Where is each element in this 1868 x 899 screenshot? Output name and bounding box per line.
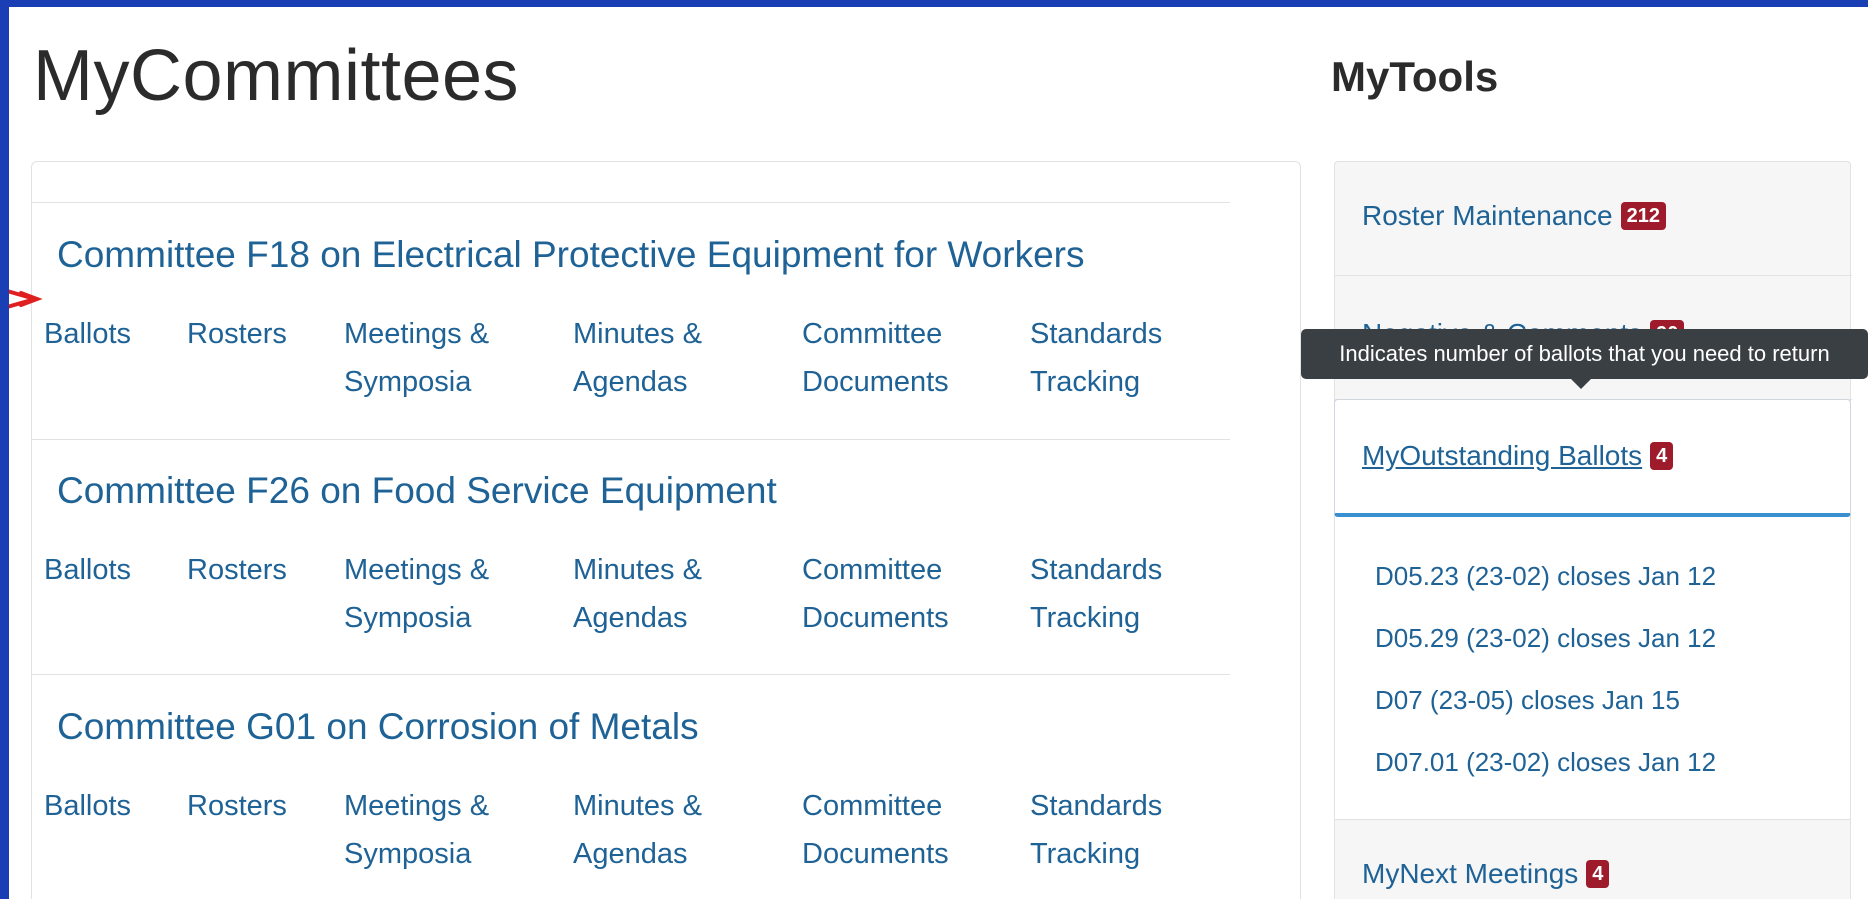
committee-g01-tracking-link[interactable]: Standards Tracking <box>1030 782 1162 878</box>
link-line: Meetings & <box>344 554 490 586</box>
link-line: Tracking <box>1030 602 1141 634</box>
link-line: Documents <box>802 838 949 870</box>
divider <box>32 674 1230 675</box>
outstanding-ballots-label: MyOutstanding Ballots <box>1362 440 1643 471</box>
link-line: Agendas <box>573 366 688 398</box>
committee-f18-title[interactable]: Committee F18 on Electrical Protective E… <box>57 234 1084 276</box>
next-meetings-count-badge: 4 <box>1586 860 1610 888</box>
link-line: Standards <box>1030 554 1163 586</box>
divider <box>32 202 1230 203</box>
committee-panel: Committee F18 on Electrical Protective E… <box>31 161 1301 899</box>
committee-f18-documents-link[interactable]: Committee Documents <box>802 310 949 406</box>
link-line: Minutes & <box>573 554 702 586</box>
link-line: Symposia <box>344 602 472 634</box>
link-line: Symposia <box>344 838 472 870</box>
committee-f18-tracking-link[interactable]: Standards Tracking <box>1030 310 1162 406</box>
ballot-list: D05.23 (23-02) closes Jan 12 D05.29 (23-… <box>1334 517 1851 819</box>
outstanding-ballots-tab[interactable]: MyOutstanding Ballots 4 <box>1334 399 1851 517</box>
tools-title: MyTools <box>1331 53 1499 100</box>
ballot-item[interactable]: D05.23 (23-02) closes Jan 12 <box>1375 561 1716 592</box>
committee-f26-meetings-link[interactable]: Meetings & Symposia <box>344 546 489 642</box>
link-line: Standards <box>1030 318 1163 350</box>
committee-f18-ballots-link[interactable]: Ballots <box>44 310 131 358</box>
ballot-item[interactable]: D07.01 (23-02) closes Jan 12 <box>1375 747 1716 778</box>
link-line: Committee <box>802 790 943 822</box>
committee-f26-ballots-link[interactable]: Ballots <box>44 546 131 594</box>
committee-f26-tracking-link[interactable]: Standards Tracking <box>1030 546 1162 642</box>
committee-f18-meetings-link[interactable]: Meetings & Symposia <box>344 310 489 406</box>
link-line: Committee <box>802 318 943 350</box>
committee-g01-meetings-link[interactable]: Meetings & Symposia <box>344 782 489 878</box>
link-line: Tracking <box>1030 838 1141 870</box>
roster-count-badge: 212 <box>1620 202 1666 230</box>
link-line: Tracking <box>1030 366 1141 398</box>
next-meetings-link[interactable]: MyNext Meetings 4 <box>1362 858 1610 890</box>
outstanding-ballots-link[interactable]: MyOutstanding Ballots 4 <box>1362 440 1674 472</box>
tool-row-next-meetings: MyNext Meetings 4 <box>1334 819 1851 899</box>
committee-f26-minutes-link[interactable]: Minutes & Agendas <box>573 546 702 642</box>
page-title: MyCommittees <box>33 36 520 116</box>
committee-f18-minutes-link[interactable]: Minutes & Agendas <box>573 310 702 406</box>
committee-g01-minutes-link[interactable]: Minutes & Agendas <box>573 782 702 878</box>
link-line: Symposia <box>344 366 472 398</box>
link-line: Standards <box>1030 790 1163 822</box>
tool-row-roster: Roster Maintenance 212 <box>1335 162 1852 276</box>
tooltip: Indicates number of ballots that you nee… <box>1301 329 1868 379</box>
committee-g01-ballots-link[interactable]: Ballots <box>44 782 131 830</box>
link-line: Agendas <box>573 838 688 870</box>
divider <box>32 439 1230 440</box>
link-line: Minutes & <box>573 318 702 350</box>
outstanding-count-badge: 4 <box>1650 442 1674 470</box>
committee-g01-title[interactable]: Committee G01 on Corrosion of Metals <box>57 706 699 748</box>
ballot-item[interactable]: D05.29 (23-02) closes Jan 12 <box>1375 623 1716 654</box>
committee-g01-documents-link[interactable]: Committee Documents <box>802 782 949 878</box>
committee-g01-rosters-link[interactable]: Rosters <box>187 782 287 830</box>
next-meetings-label: MyNext Meetings <box>1362 858 1579 889</box>
page-frame: MyCommittees MyTools Committee F18 on El… <box>9 7 1868 899</box>
ballot-item[interactable]: D07 (23-05) closes Jan 15 <box>1375 685 1680 716</box>
committee-f26-title[interactable]: Committee F26 on Food Service Equipment <box>57 470 777 512</box>
roster-maintenance-label: Roster Maintenance <box>1362 200 1613 231</box>
link-line: Meetings & <box>344 318 490 350</box>
link-line: Meetings & <box>344 790 490 822</box>
committee-f18-rosters-link[interactable]: Rosters <box>187 310 287 358</box>
link-line: Documents <box>802 366 949 398</box>
link-line: Committee <box>802 554 943 586</box>
link-line: Minutes & <box>573 790 702 822</box>
link-line: Agendas <box>573 602 688 634</box>
tooltip-caret <box>1571 379 1591 389</box>
link-line: Documents <box>802 602 949 634</box>
roster-maintenance-link[interactable]: Roster Maintenance 212 <box>1362 200 1666 232</box>
committee-f26-rosters-link[interactable]: Rosters <box>187 546 287 594</box>
committee-f26-documents-link[interactable]: Committee Documents <box>802 546 949 642</box>
arrow-right-icon <box>9 289 43 309</box>
